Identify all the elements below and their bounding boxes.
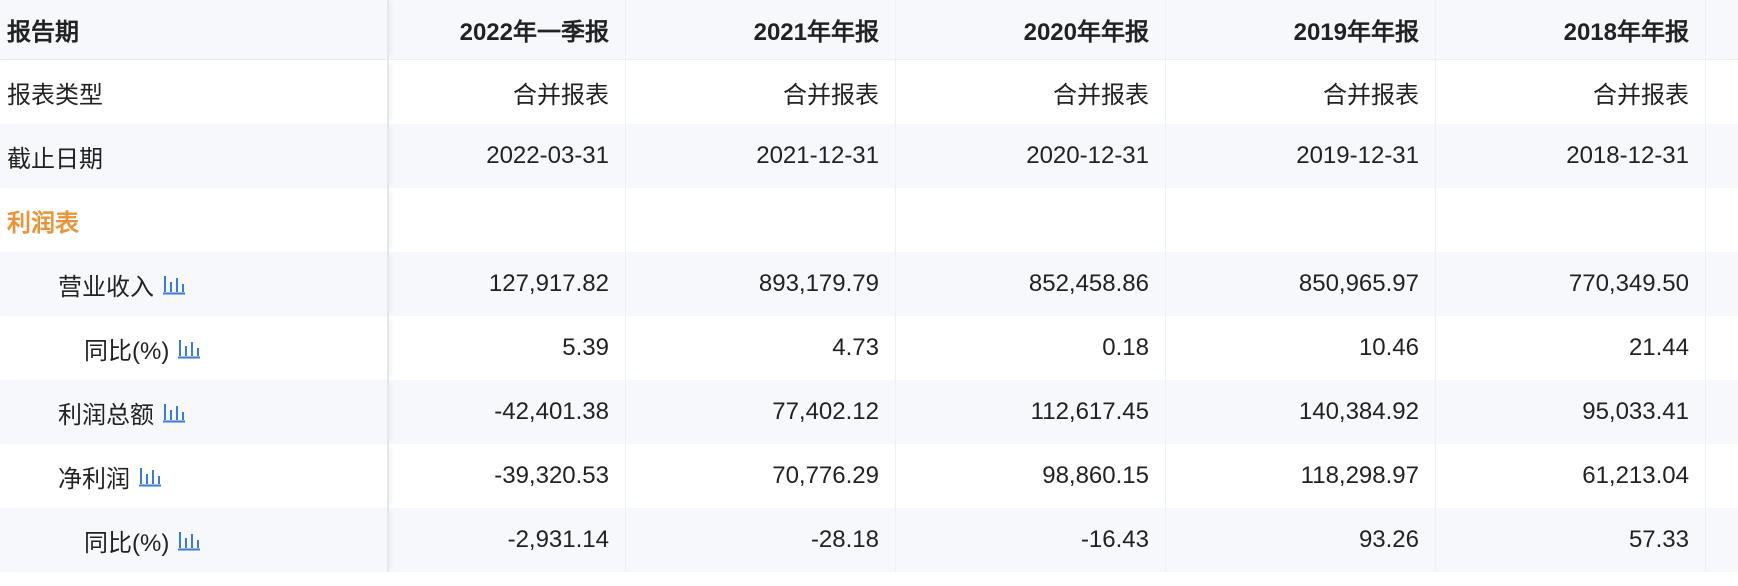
- cell-value: 合并报表: [389, 60, 626, 124]
- cell-value: 118,298.97: [1166, 444, 1436, 508]
- cell-value: [1436, 188, 1706, 252]
- cell-value: 2018-12-31: [1436, 124, 1706, 188]
- cell-value: 合并报表: [1166, 60, 1436, 124]
- bar-chart-icon[interactable]: [162, 273, 186, 295]
- cell-value: -2,931.14: [389, 508, 626, 572]
- cell-value: 852,458.86: [896, 252, 1166, 316]
- cell-value: 合并报表: [896, 60, 1166, 124]
- financial-table: 报告期 2022年一季报 2021年年报 2020年年报 2019年年报 201…: [0, 0, 1738, 572]
- period-header[interactable]: 2019年年报: [1166, 0, 1436, 59]
- row-spacer: [1706, 380, 1738, 444]
- cell-value: 77,402.12: [626, 380, 896, 444]
- bar-chart-icon[interactable]: [177, 529, 201, 551]
- cell-value: 2020-12-31: [896, 124, 1166, 188]
- period-header[interactable]: 2018年年报: [1436, 0, 1706, 59]
- header-spacer: [1706, 0, 1738, 59]
- cell-value: -28.18: [626, 508, 896, 572]
- row-spacer: [1706, 508, 1738, 572]
- row-label-cell: 同比(%): [0, 316, 389, 380]
- cell-value: 850,965.97: [1166, 252, 1436, 316]
- header-row: 报告期 2022年一季报 2021年年报 2020年年报 2019年年报 201…: [0, 0, 1738, 60]
- table-row: 截止日期 2022-03-31 2021-12-31 2020-12-31 20…: [0, 124, 1738, 188]
- row-label: 同比(%): [84, 529, 170, 557]
- row-label: 同比(%): [84, 337, 170, 365]
- period-header[interactable]: 2020年年报: [896, 0, 1166, 59]
- cell-value: [626, 188, 896, 252]
- cell-value: 70,776.29: [626, 444, 896, 508]
- row-label-cell: 利润总额: [0, 380, 389, 444]
- cell-value: 4.73: [626, 316, 896, 380]
- cell-value: [389, 188, 626, 252]
- cell-value: -39,320.53: [389, 444, 626, 508]
- cell-value: 合并报表: [626, 60, 896, 124]
- cell-value: 770,349.50: [1436, 252, 1706, 316]
- row-label-cell: 营业收入: [0, 252, 389, 316]
- row-spacer: [1706, 124, 1738, 188]
- cell-value: -16.43: [896, 508, 1166, 572]
- cell-value: 2019-12-31: [1166, 124, 1436, 188]
- row-spacer: [1706, 60, 1738, 124]
- cell-value: 893,179.79: [626, 252, 896, 316]
- period-header[interactable]: 2022年一季报: [389, 0, 626, 59]
- row-spacer: [1706, 444, 1738, 508]
- bar-chart-icon[interactable]: [177, 337, 201, 359]
- cell-value: [896, 188, 1166, 252]
- row-spacer: [1706, 316, 1738, 380]
- row-label: 截止日期: [0, 124, 389, 188]
- cell-value: 2021-12-31: [626, 124, 896, 188]
- table-row: 同比(%) -2,931.14 -28.18 -16.43 93.26 57.3…: [0, 508, 1738, 572]
- cell-value: 5.39: [389, 316, 626, 380]
- section-row: 利润表: [0, 188, 1738, 252]
- cell-value: 21.44: [1436, 316, 1706, 380]
- section-title: 利润表: [0, 188, 389, 252]
- table-row: 报表类型 合并报表 合并报表 合并报表 合并报表 合并报表: [0, 60, 1738, 124]
- cell-value: 140,384.92: [1166, 380, 1436, 444]
- bar-chart-icon[interactable]: [162, 401, 186, 423]
- row-spacer: [1706, 252, 1738, 316]
- bar-chart-icon[interactable]: [138, 465, 162, 487]
- cell-value: 112,617.45: [896, 380, 1166, 444]
- row-label: 报表类型: [0, 60, 389, 124]
- row-label: 净利润: [58, 465, 130, 493]
- cell-value: 2022-03-31: [389, 124, 626, 188]
- cell-value: 95,033.41: [1436, 380, 1706, 444]
- row-spacer: [1706, 188, 1738, 252]
- period-header[interactable]: 2021年年报: [626, 0, 896, 59]
- row-label-cell: 同比(%): [0, 508, 389, 572]
- cell-value: [1166, 188, 1436, 252]
- row-label: 营业收入: [58, 273, 154, 301]
- row-label: 利润总额: [58, 401, 154, 429]
- cell-value: 0.18: [896, 316, 1166, 380]
- table-row: 营业收入 127,917.82 893,179.79 852,458.86 85…: [0, 252, 1738, 316]
- cell-value: 61,213.04: [1436, 444, 1706, 508]
- table-row: 同比(%) 5.39 4.73 0.18 10.46 21.44: [0, 316, 1738, 380]
- cell-value: 98,860.15: [896, 444, 1166, 508]
- cell-value: 93.26: [1166, 508, 1436, 572]
- cell-value: 合并报表: [1436, 60, 1706, 124]
- cell-value: 57.33: [1436, 508, 1706, 572]
- cell-value: 127,917.82: [389, 252, 626, 316]
- cell-value: 10.46: [1166, 316, 1436, 380]
- cell-value: -42,401.38: [389, 380, 626, 444]
- header-label: 报告期: [0, 0, 389, 59]
- table-row: 利润总额 -42,401.38 77,402.12 112,617.45 140…: [0, 380, 1738, 444]
- row-label-cell: 净利润: [0, 444, 389, 508]
- table-row: 净利润 -39,320.53 70,776.29 98,860.15 118,2…: [0, 444, 1738, 508]
